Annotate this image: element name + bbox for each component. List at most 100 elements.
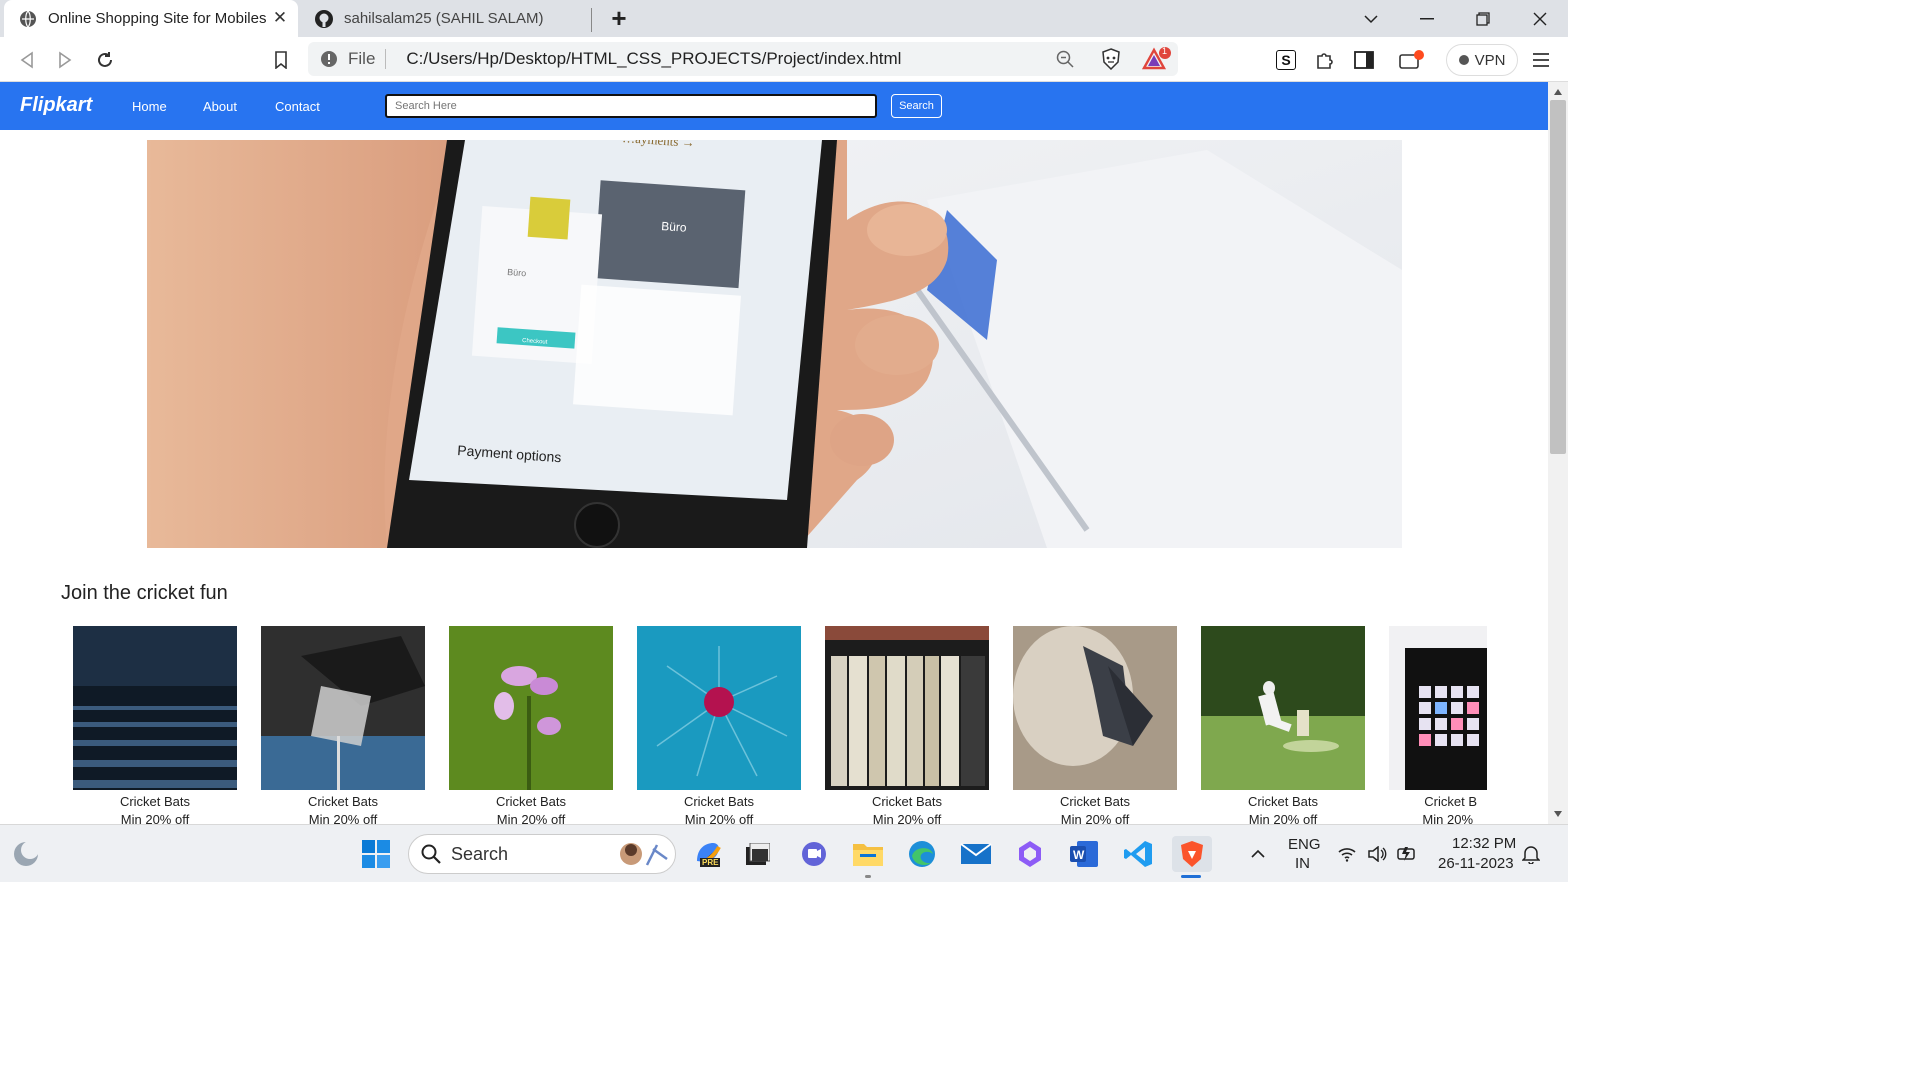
volume-icon[interactable] <box>1362 836 1392 872</box>
bookmark-icon[interactable] <box>264 43 298 77</box>
omnibox-divider <box>385 49 387 69</box>
scroll-down-icon[interactable] <box>1553 810 1563 818</box>
product-card[interactable]: Cricket Bats Min 20% off <box>1013 626 1177 827</box>
product-card[interactable]: Cricket Bats Min 20% off <box>1201 626 1365 827</box>
wifi-icon[interactable] <box>1332 836 1362 872</box>
terminal-icon[interactable] <box>740 836 776 872</box>
site-navbar: Flipkart Home About Contact Search <box>0 82 1548 130</box>
product-name: Cricket Bats <box>495 794 567 809</box>
vpn-button[interactable]: VPN <box>1446 44 1518 76</box>
browser-toolbar: File C:/Users/Hp/Desktop/HTML_CSS_PROJEC… <box>0 37 1568 82</box>
show-hidden-icons-chevron[interactable] <box>1240 836 1276 872</box>
close-window-button[interactable] <box>1512 0 1568 37</box>
file-explorer-icon[interactable] <box>850 836 886 872</box>
product-card[interactable]: Cricket Bats Min 20% off <box>825 626 989 827</box>
site-search-input[interactable] <box>385 94 877 118</box>
zoom-out-icon[interactable] <box>1056 50 1074 68</box>
tab-strip: Online Shopping Site for Mobiles ✕ sahil… <box>0 0 1568 37</box>
windows-start-icon[interactable] <box>358 836 394 872</box>
brave-taskbar-icon[interactable] <box>1172 836 1212 872</box>
site-logo[interactable]: Flipkart <box>20 94 92 117</box>
site-search-button[interactable]: Search <box>891 94 942 118</box>
product-image-red-ball[interactable] <box>637 626 801 790</box>
github-icon <box>314 9 334 29</box>
product-name: Cricket Bats <box>1059 794 1131 809</box>
product-name: Cricket Bats <box>119 794 191 809</box>
product-card[interactable]: Cricket Bats Min 20% off <box>73 626 237 827</box>
product-image-purple-flower[interactable] <box>449 626 613 790</box>
nav-link-about[interactable]: About <box>203 99 237 114</box>
product-card[interactable]: Cricket Bats Min 20% off <box>637 626 801 827</box>
info-icon[interactable] <box>320 50 338 68</box>
product-image-bookshelf[interactable] <box>825 626 989 790</box>
product-image-cricket-player[interactable] <box>1201 626 1365 790</box>
windows-taskbar: Search PRE W ENG IN 12:32 PM 26-11-2023 <box>0 824 1568 882</box>
scroll-up-icon[interactable] <box>1553 88 1563 96</box>
wallet-icon[interactable] <box>1394 43 1428 77</box>
copilot-app-icon[interactable] <box>1012 836 1048 872</box>
product-card[interactable]: Cricket B Min 20% <box>1389 626 1487 824</box>
product-name: Cricket Bats <box>1247 794 1319 809</box>
nav-link-home[interactable]: Home <box>132 99 167 114</box>
close-tab-icon[interactable]: ✕ <box>270 8 290 28</box>
input-language[interactable]: ENG <box>1288 836 1321 853</box>
minimize-button[interactable] <box>1399 0 1455 37</box>
edge-browser-icon[interactable] <box>904 836 940 872</box>
active-indicator <box>1181 875 1201 878</box>
tab-github[interactable]: sahilsalam25 (SAHIL SALAM) <box>300 0 590 37</box>
product-card[interactable]: Cricket Bats Min 20% off <box>261 626 425 827</box>
copilot-icon[interactable]: PRE <box>690 836 726 872</box>
weather-widget-icon[interactable] <box>8 836 44 872</box>
search-highlight-icon <box>617 839 671 869</box>
svg-text:W: W <box>1073 848 1085 862</box>
product-name: Cricket B <box>1424 794 1477 809</box>
extensions-puzzle-icon[interactable] <box>1308 43 1342 77</box>
hero-banner: …ayments → Büro Büro Checkout Payment op… <box>147 140 1402 548</box>
clock-date[interactable]: 26-11-2023 <box>1438 855 1514 872</box>
teams-chat-icon[interactable] <box>796 836 832 872</box>
word-icon[interactable]: W <box>1066 836 1102 872</box>
restore-button[interactable] <box>1455 0 1511 37</box>
running-indicator <box>865 875 871 878</box>
vpn-status-icon <box>1458 55 1469 65</box>
scrollbar-thumb[interactable] <box>1550 100 1566 454</box>
taskbar-search-label: Search <box>451 843 509 864</box>
brave-rewards-icon[interactable]: 1 <box>1142 46 1172 72</box>
vpn-label: VPN <box>1474 51 1506 69</box>
product-image-pouring-glass[interactable] <box>261 626 425 790</box>
tab-online-shopping[interactable]: Online Shopping Site for Mobiles ✕ <box>4 0 298 37</box>
hero-image: …ayments → Büro Büro Checkout Payment op… <box>147 140 1402 548</box>
svg-text:Büro: Büro <box>507 267 527 278</box>
reload-icon[interactable] <box>88 43 122 77</box>
scheme-label: File <box>348 49 376 68</box>
notification-bell-icon[interactable] <box>1516 836 1546 872</box>
back-icon[interactable] <box>10 43 44 77</box>
product-image-stadium-seats[interactable] <box>73 626 237 790</box>
brave-shields-icon[interactable] <box>1100 48 1122 70</box>
tab-title: Online Shopping Site for Mobiles <box>48 10 267 27</box>
battery-icon[interactable] <box>1392 836 1422 872</box>
sidebar-icon[interactable] <box>1347 43 1381 77</box>
taskbar-search[interactable]: Search <box>408 834 676 874</box>
address-bar[interactable]: File C:/Users/Hp/Desktop/HTML_CSS_PROJEC… <box>308 42 1178 76</box>
vscode-icon[interactable] <box>1120 836 1156 872</box>
nav-link-contact[interactable]: Contact <box>275 99 320 114</box>
product-name: Cricket Bats <box>683 794 755 809</box>
clock-time[interactable]: 12:32 PM <box>1452 835 1516 852</box>
section-title: Join the cricket fun <box>61 582 228 604</box>
menu-icon[interactable] <box>1524 43 1558 77</box>
product-image-bat-animal[interactable] <box>1013 626 1177 790</box>
product-image-launchpad[interactable] <box>1389 626 1487 790</box>
forward-icon[interactable] <box>48 43 82 77</box>
extension-s-icon[interactable]: S <box>1269 43 1303 77</box>
product-name: Cricket Bats <box>307 794 379 809</box>
tab-title: sahilsalam25 (SAHIL SALAM) <box>344 10 544 27</box>
input-region[interactable]: IN <box>1295 855 1310 872</box>
product-card[interactable]: Cricket Bats Min 20% off <box>449 626 613 827</box>
globe-icon <box>18 9 38 29</box>
new-tab-button[interactable]: + <box>600 0 638 37</box>
mail-icon[interactable] <box>958 836 994 872</box>
tab-search-chevron-icon[interactable] <box>1343 0 1399 37</box>
url-text[interactable]: C:/Users/Hp/Desktop/HTML_CSS_PROJECTS/Pr… <box>406 49 901 69</box>
tab-separator <box>591 8 592 32</box>
